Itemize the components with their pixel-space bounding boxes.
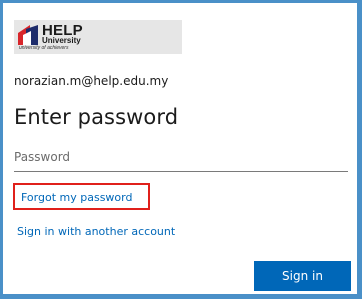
logo-subtitle: University [42,36,81,45]
organization-logo: HELP University university of achievers [14,20,182,54]
forgot-password-link[interactable]: Forgot my password [21,191,132,204]
help-logo-icon [18,25,38,45]
password-input[interactable] [14,144,348,170]
sign-in-another-account-link[interactable]: Sign in with another account [17,225,175,238]
forgot-password-highlight: Forgot my password [13,183,150,210]
page-title: Enter password [14,105,179,129]
account-email: norazian.m@help.edu.my [14,74,169,88]
window-frame: HELP University university of achievers … [0,0,362,299]
sign-in-card: HELP University university of achievers … [3,3,357,294]
password-field-container [14,144,348,172]
logo-tagline: university of achievers [19,45,69,51]
sign-in-button[interactable]: Sign in [254,261,351,291]
